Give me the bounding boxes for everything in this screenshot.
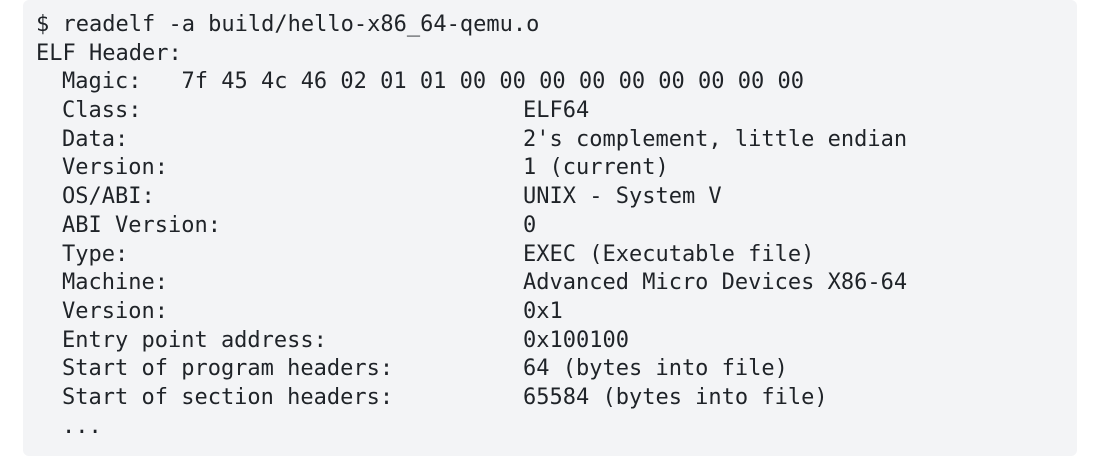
field-key: Version: — [62, 155, 168, 181]
field-key: Start of section headers: — [62, 384, 394, 410]
field-value: 0 — [523, 212, 537, 238]
field-row-os-abi: OS/ABI: UNIX - System V — [36, 183, 1077, 212]
field-value: Advanced Micro Devices X86-64 — [523, 270, 908, 296]
field-key: Class: — [62, 98, 142, 124]
field-key: Data: — [62, 126, 129, 152]
field-key: Type: — [62, 241, 129, 267]
field-key: Version: — [62, 298, 168, 324]
field-value: EXEC (Executable file) — [523, 241, 815, 267]
field-key: Machine: — [62, 270, 168, 296]
field-row-abi-version: ABI Version: 0 — [36, 212, 1077, 241]
field-key: ABI Version: — [62, 212, 221, 238]
ellipsis-line: ... — [62, 413, 102, 439]
field-row-data: Data: 2's complement, little endian — [36, 126, 1077, 155]
field-key: Entry point address: — [62, 327, 327, 353]
field-row-class: Class: ELF64 — [36, 97, 1077, 126]
command-line: $ readelf -a build/hello-x86_64-qemu.o — [36, 12, 540, 37]
terminal-output-block: $ readelf -a build/hello-x86_64-qemu.o E… — [23, 0, 1077, 456]
field-row-type: Type: EXEC (Executable file) — [36, 241, 1077, 270]
field-row-entry-point: Entry point address: 0x100100 — [36, 327, 1077, 356]
field-key: OS/ABI: — [62, 184, 155, 210]
field-value: 65584 (bytes into file) — [523, 384, 828, 410]
field-value: 1 (current) — [523, 155, 669, 181]
field-key: Magic: — [62, 69, 142, 95]
field-value: 0x100100 — [523, 327, 629, 353]
field-value: 0x1 — [523, 298, 563, 324]
magic-row: Magic: 7f 45 4c 46 02 01 01 00 00 00 00 0… — [36, 68, 1077, 97]
field-row-version: Version: 1 (current) — [36, 154, 1077, 183]
field-key: Start of program headers: — [62, 356, 394, 382]
field-value: UNIX - System V — [523, 184, 722, 210]
field-row-program-headers: Start of program headers: 64 (bytes into … — [36, 355, 1077, 384]
field-value: ELF64 — [523, 98, 590, 124]
field-row-machine: Machine: Advanced Micro Devices X86-64 — [36, 269, 1077, 298]
elf-header-title: ELF Header: — [36, 40, 182, 66]
field-value: 2's complement, little endian — [523, 126, 908, 152]
field-row-version-hex: Version: 0x1 — [36, 298, 1077, 327]
field-row-section-headers: Start of section headers: 65584 (bytes in… — [36, 384, 1077, 413]
magic-spacer — [141, 68, 181, 97]
field-value: 64 (bytes into file) — [523, 356, 788, 382]
field-value: 7f 45 4c 46 02 01 01 00 00 00 00 00 00 0… — [181, 69, 805, 95]
